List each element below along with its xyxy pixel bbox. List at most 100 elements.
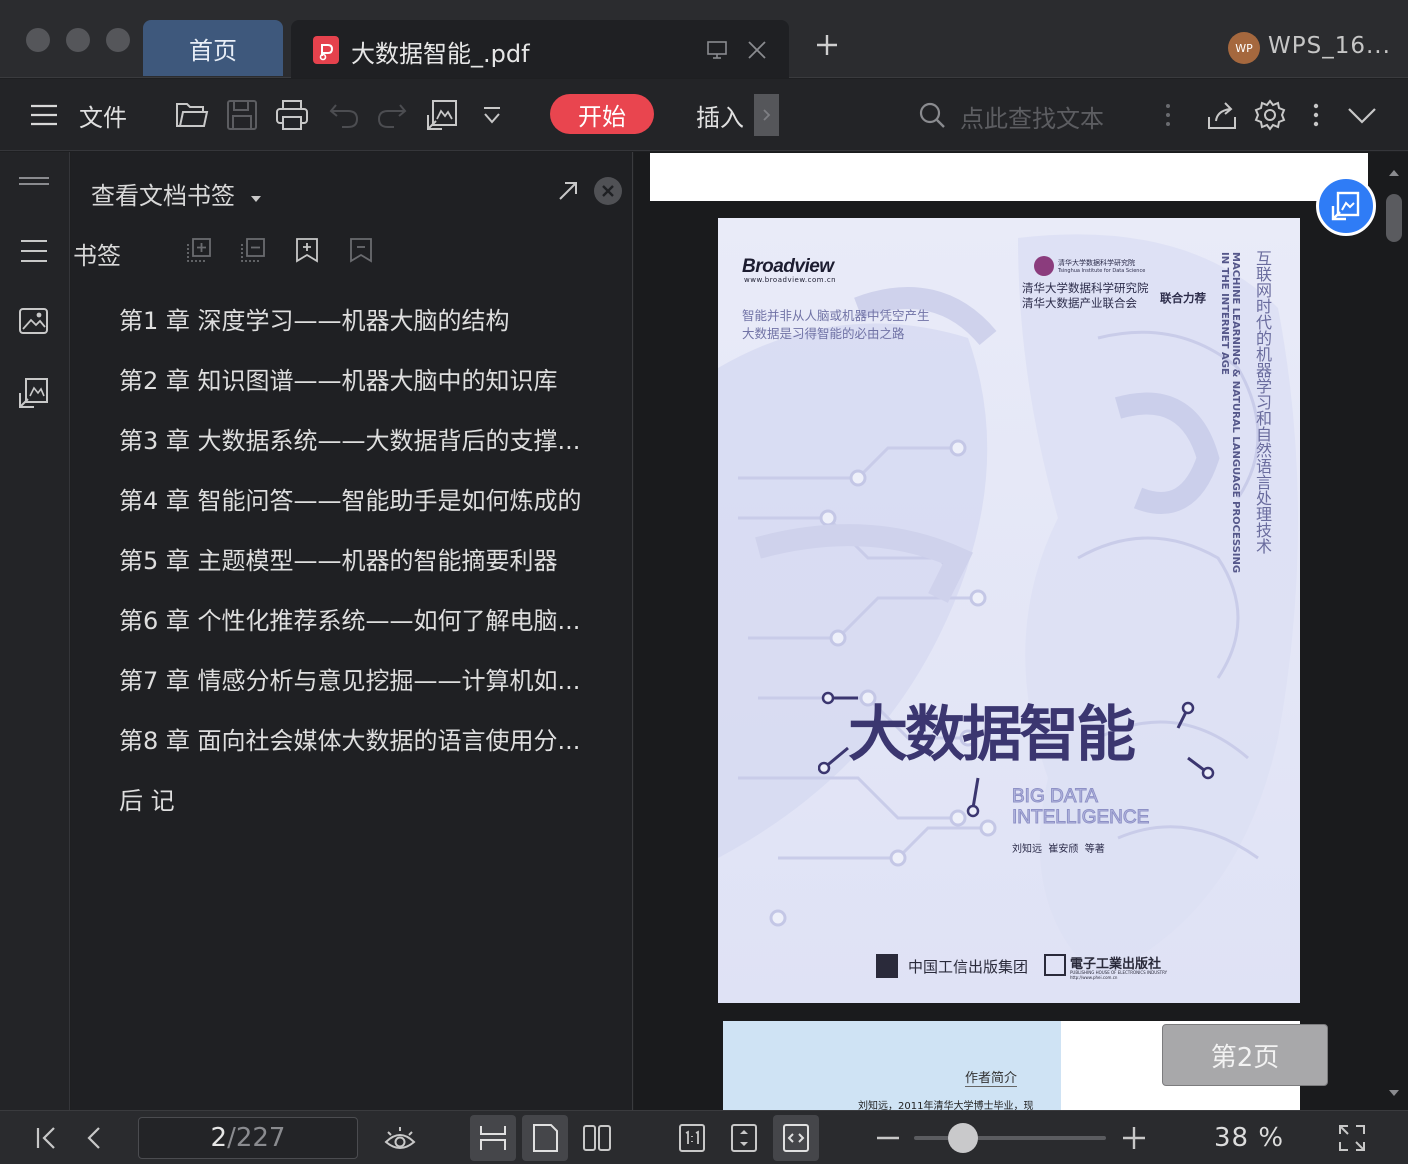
publisher-house-url: http://www.phei.com.cn <box>1070 975 1118 980</box>
tab-home-label: 首页 <box>189 36 237 65</box>
bookmark-item[interactable]: 第8 章 面向社会媒体大数据的语言使用分... <box>119 726 623 786</box>
thumbnail-image-icon[interactable] <box>17 304 51 338</box>
bookmark-item[interactable]: 第4 章 智能问答——智能助手是如何炼成的 <box>119 486 623 546</box>
extract-page-icon[interactable] <box>17 376 51 410</box>
eye-protection-icon[interactable] <box>382 1122 418 1154</box>
cover-en-title-1: BIG DATA <box>1012 786 1099 808</box>
fit-page-icon[interactable] <box>728 1122 760 1154</box>
print-icon[interactable] <box>274 97 310 133</box>
cover-authors: 刘知远 崔安颀 等著 <box>1012 844 1105 855</box>
page-2-heading: 作者简介 <box>965 1067 1018 1087</box>
zoom-slider-handle[interactable] <box>948 1123 978 1153</box>
search-input[interactable]: 点此查找文本 <box>960 99 1104 134</box>
collapse-panel-icon[interactable] <box>17 166 51 200</box>
page-2-text: 刘知远，2011年清华大学博士毕业，现 <box>858 1101 1034 1110</box>
publisher-url: www.broadview.com.cn <box>744 276 837 284</box>
actual-size-icon[interactable] <box>676 1122 708 1154</box>
bookmark-list-icon[interactable] <box>17 234 51 268</box>
cover-vertical-en-1: MACHINE LEARNING & NATURAL LANGUAGE PROC… <box>1230 252 1241 574</box>
bookmark-list: 第1 章 深度学习——机器大脑的结构 第2 章 知识图谱——机器大脑中的知识库 … <box>119 306 623 846</box>
insert-tab-button[interactable]: 插入 <box>696 98 744 133</box>
share-icon[interactable] <box>1204 97 1240 133</box>
tab-home[interactable]: 首页 <box>143 20 283 76</box>
vertical-dots-icon[interactable] <box>1150 97 1186 133</box>
more-dropdown-icon[interactable] <box>474 97 510 133</box>
start-tab-button[interactable]: 开始 <box>550 94 654 134</box>
zoom-in-icon[interactable] <box>1118 1122 1150 1154</box>
remove-bookmark-icon[interactable] <box>347 236 375 268</box>
collapse-all-icon[interactable] <box>239 236 267 268</box>
fullscreen-icon[interactable] <box>1336 1122 1368 1154</box>
caret-down-icon <box>250 196 261 202</box>
page-number-input[interactable]: 2/227 <box>138 1117 358 1159</box>
recommend-suffix: 联合力荐 <box>1160 291 1206 305</box>
expand-all-icon[interactable] <box>185 236 213 268</box>
tsinghua-seal-icon <box>1034 256 1054 276</box>
bookmark-item[interactable]: 第3 章 大数据系统——大数据背后的支撑... <box>119 426 623 486</box>
export-image-icon[interactable] <box>424 97 460 133</box>
close-tab-icon[interactable] <box>745 38 769 66</box>
recommend-line-2: 清华大数据产业联合会 <box>1022 296 1137 310</box>
title-bar: 首页 大数据智能_.pdf WP WPS_16... <box>0 0 1408 78</box>
pop-out-icon[interactable] <box>555 178 581 208</box>
more-options-icon[interactable] <box>1298 97 1334 133</box>
page-separator: / <box>227 1123 236 1153</box>
panel-title-dropdown[interactable]: 查看文档书签 <box>91 176 263 211</box>
publisher-group: 中国工信出版集团 <box>908 958 1029 976</box>
save-icon[interactable] <box>224 97 260 133</box>
vertical-scrollbar[interactable] <box>1384 168 1404 1098</box>
new-tab-icon[interactable] <box>812 30 842 60</box>
fit-width-icon[interactable] <box>780 1122 812 1154</box>
file-menu[interactable]: 文件 <box>79 98 127 133</box>
bookmark-item[interactable]: 第5 章 主题模型——机器的智能摘要利器 <box>119 546 623 606</box>
search-icon[interactable] <box>914 97 950 133</box>
two-page-icon[interactable] <box>581 1122 613 1154</box>
zoom-slider-track[interactable] <box>914 1136 1106 1140</box>
add-bookmark-icon[interactable] <box>293 236 321 268</box>
cover-tagline-1: 智能并非从人脑或机器中凭空产生 <box>742 308 930 323</box>
institute-name-small: 清华大学数据科学研究院 <box>1058 259 1135 267</box>
tab-document[interactable]: 大数据智能_.pdf <box>291 20 789 78</box>
bookmark-item[interactable]: 第1 章 深度学习——机器大脑的结构 <box>119 306 623 366</box>
cover-vertical-title: 互联网时代的机器学习和自然语言处理技术 <box>1253 250 1272 554</box>
zoom-level[interactable]: 38 % <box>1214 1123 1284 1153</box>
institute-name-en: Tsinghua Institute for Data Science <box>1058 268 1146 274</box>
previous-page-edge <box>650 153 1368 201</box>
zoom-out-icon[interactable] <box>872 1122 904 1154</box>
start-tab-label: 开始 <box>578 102 626 131</box>
book-cover-page: Broadview www.broadview.com.cn 智能并非从人脑或机… <box>718 218 1300 1003</box>
window-minimize-dot[interactable] <box>66 28 90 52</box>
scrollbar-thumb[interactable] <box>1386 194 1402 242</box>
redo-icon[interactable] <box>374 97 410 133</box>
avatar[interactable]: WP <box>1228 32 1260 64</box>
bookmark-item[interactable]: 第2 章 知识图谱——机器大脑中的知识库 <box>119 366 623 426</box>
bookmark-item[interactable]: 后 记 <box>119 786 623 846</box>
float-window-icon[interactable] <box>705 38 729 66</box>
miit-logo-icon <box>876 954 898 978</box>
first-page-icon[interactable] <box>30 1122 62 1154</box>
undo-icon[interactable] <box>326 97 362 133</box>
continuous-scroll-icon[interactable] <box>477 1122 509 1154</box>
cover-tagline-2: 大数据是习得智能的必由之路 <box>742 326 905 341</box>
close-panel-button[interactable] <box>594 177 622 205</box>
page-number-tag-label: 第2页 <box>1210 1042 1280 1073</box>
document-viewer[interactable]: Broadview www.broadview.com.cn 智能并非从人脑或机… <box>634 152 1408 1110</box>
toolbar: 文件 开始 插入 点此查找文本 <box>0 79 1408 151</box>
bookmark-item[interactable]: 第6 章 个性化推荐系统——如何了解电脑... <box>119 606 623 666</box>
account-name[interactable]: WPS_16... <box>1268 33 1391 59</box>
total-pages: 227 <box>235 1123 286 1153</box>
window-close-dot[interactable] <box>26 28 50 52</box>
toolbar-scroll-right[interactable] <box>754 94 779 136</box>
previous-page-icon[interactable] <box>78 1122 110 1154</box>
bookmark-item[interactable]: 第7 章 情感分析与意见挖掘——计算机如... <box>119 666 623 726</box>
publisher-logo: Broadview <box>742 256 834 277</box>
hamburger-menu-icon[interactable] <box>26 97 62 133</box>
page-number-tag: 第2页 <box>1162 1024 1328 1086</box>
single-page-icon[interactable] <box>529 1122 561 1154</box>
float-action-button[interactable] <box>1316 176 1376 236</box>
open-folder-icon[interactable] <box>174 97 210 133</box>
gear-icon[interactable] <box>1252 97 1288 133</box>
chevron-down-icon[interactable] <box>1344 97 1380 133</box>
avatar-text: WP <box>1235 41 1253 55</box>
window-zoom-dot[interactable] <box>106 28 130 52</box>
